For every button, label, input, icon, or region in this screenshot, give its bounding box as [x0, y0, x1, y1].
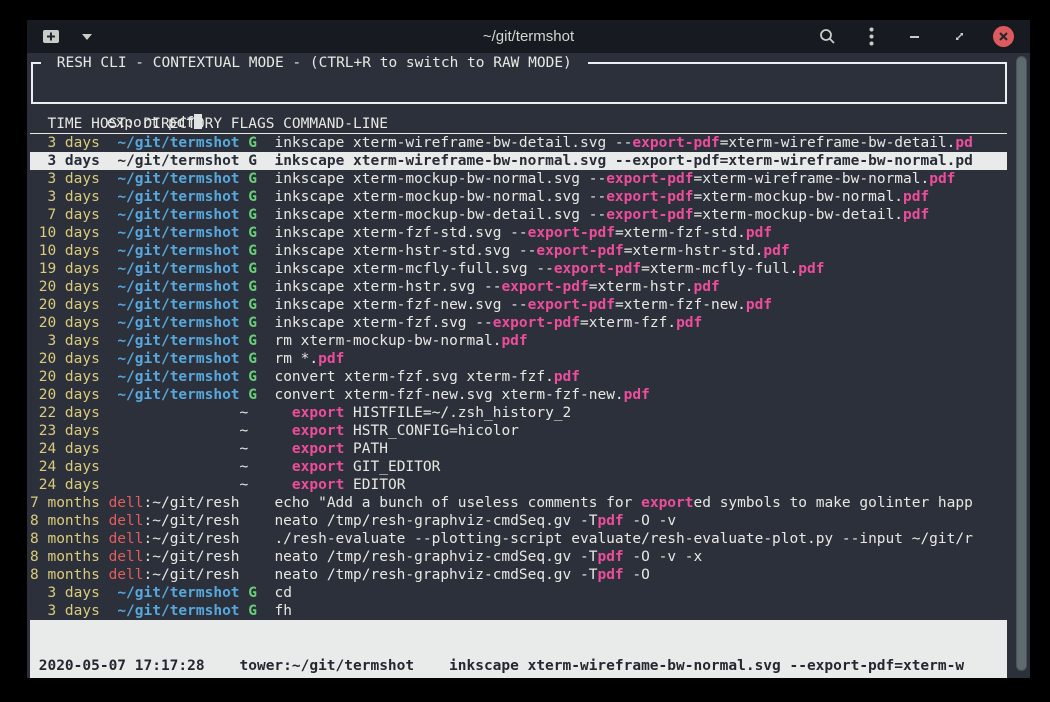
history-row[interactable]: 20 days ~/git/termshot G convert xterm-f…	[30, 386, 1007, 404]
restore-icon	[953, 30, 966, 43]
history-row[interactable]: 24 days ~ export GIT_EDITOR	[30, 458, 1007, 476]
terminal-window: ~/git/termshot	[27, 20, 1030, 678]
status-bar: 2020-05-07 17:17:28 tower:~/git/termshot…	[30, 620, 1007, 678]
history-row[interactable]: 7 days ~/git/termshot G inkscape xterm-m…	[30, 206, 1007, 224]
search-icon	[819, 28, 836, 45]
history-row[interactable]: 3 days ~/git/termshot G inkscape xterm-m…	[30, 188, 1007, 206]
text-cursor	[194, 114, 202, 129]
history-row[interactable]: 3 days ~/git/termshot G inkscape xterm-m…	[30, 170, 1007, 188]
history-row[interactable]: 8 months dell:~/git/resh neato /tmp/resh…	[30, 566, 1007, 584]
history-row[interactable]: 20 days ~/git/termshot G convert xterm-f…	[30, 368, 1007, 386]
history-row[interactable]: 10 days ~/git/termshot G inkscape xterm-…	[30, 242, 1007, 260]
search-query-text: export pdf	[107, 115, 194, 131]
history-rows: 3 days ~/git/termshot G inkscape xterm-w…	[30, 134, 1007, 620]
tabs-chevron-icon	[82, 34, 92, 40]
menu-button[interactable]	[861, 27, 881, 47]
history-row-selected[interactable]: 3 days ~/git/termshot G inkscape xterm-w…	[30, 152, 1007, 170]
history-row[interactable]: 8 months dell:~/git/resh neato /tmp/resh…	[30, 548, 1007, 566]
kebab-menu-icon	[869, 27, 874, 46]
history-row[interactable]: 23 days ~ export HSTR_CONFIG=hicolor	[30, 422, 1007, 440]
history-row[interactable]: 19 days ~/git/termshot G inkscape xterm-…	[30, 260, 1007, 278]
history-row[interactable]: 20 days ~/git/termshot G inkscape xterm-…	[30, 278, 1007, 296]
minimize-button[interactable]	[905, 27, 925, 47]
scrollbar-thumb[interactable]	[1016, 56, 1027, 671]
history-row[interactable]: 8 months dell:~/git/resh ./resh-evaluate…	[30, 530, 1007, 548]
history-row[interactable]: 3 days ~/git/termshot G inkscape xterm-w…	[30, 134, 1007, 152]
resh-mode-title: RESH CLI - CONTEXTUAL MODE - (CTRL+R to …	[41, 54, 588, 72]
new-tab-icon	[41, 28, 61, 46]
close-icon	[999, 32, 1008, 41]
search-button[interactable]	[817, 27, 837, 47]
resh-search-box[interactable]: RESH CLI - CONTEXTUAL MODE - (CTRL+R to …	[31, 62, 1007, 104]
history-row[interactable]: 20 days ~/git/termshot G inkscape xterm-…	[30, 296, 1007, 314]
history-row[interactable]: 24 days ~ export EDITOR	[30, 476, 1007, 494]
history-row[interactable]: 3 days ~/git/termshot G rm xterm-mockup-…	[30, 332, 1007, 350]
desktop: { "window": { "title": "~/git/termshot",…	[0, 0, 1050, 702]
restore-button[interactable]	[949, 27, 969, 47]
history-row[interactable]: 7 months dell:~/git/resh echo "Add a bun…	[30, 494, 1007, 512]
history-row[interactable]: 3 days ~/git/termshot G fh	[30, 602, 1007, 620]
search-input[interactable]: export pdf	[107, 115, 202, 131]
history-row[interactable]: 10 days ~/git/termshot G inkscape xterm-…	[30, 224, 1007, 242]
history-row[interactable]: 20 days ~/git/termshot G rm *.pdf	[30, 350, 1007, 368]
new-tab-button[interactable]	[41, 27, 61, 47]
history-row[interactable]: 3 days ~/git/termshot G cd	[30, 584, 1007, 602]
history-row[interactable]: 24 days ~ export PATH	[30, 440, 1007, 458]
status-line-1: 2020-05-07 17:17:28 tower:~/git/termshot…	[30, 657, 1007, 675]
tab-switcher-button[interactable]	[77, 27, 97, 47]
history-row[interactable]: 20 days ~/git/termshot G inkscape xterm-…	[30, 314, 1007, 332]
terminal-content: RESH CLI - CONTEXTUAL MODE - (CTRL+R to …	[27, 53, 1030, 678]
titlebar[interactable]: ~/git/termshot	[27, 20, 1030, 53]
history-row[interactable]: 22 days ~ export HISTFILE=~/.zsh_history…	[30, 404, 1007, 422]
history-row[interactable]: 8 months dell:~/git/resh neato /tmp/resh…	[30, 512, 1007, 530]
minimize-icon	[910, 35, 920, 39]
close-button[interactable]	[993, 26, 1014, 47]
